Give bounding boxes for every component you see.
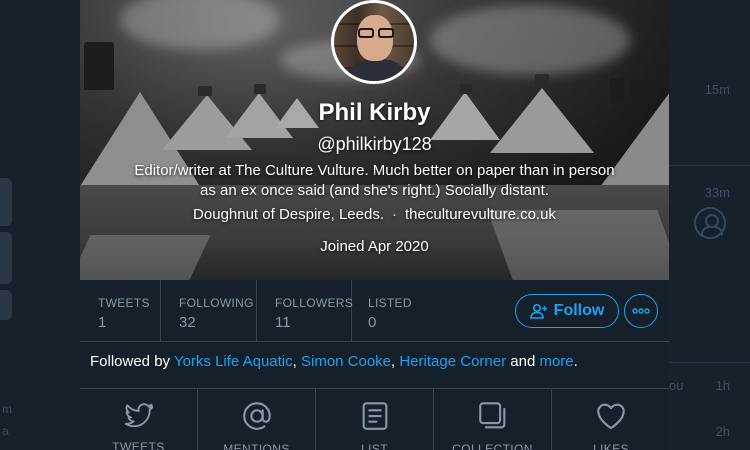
stat-label: LISTED — [368, 296, 412, 310]
background-divider — [669, 362, 750, 363]
banner-cap — [535, 74, 549, 88]
background-fragment: ou — [669, 378, 684, 393]
banner-tower — [84, 42, 114, 90]
user-icon — [694, 207, 726, 239]
followed-by-line: Followed by Yorks Life Aquatic, Simon Co… — [90, 353, 578, 370]
followed-by-end: . — [573, 353, 578, 370]
profile-joined-date: Joined Apr 2020 — [320, 238, 429, 255]
stat-label: FOLLOWING — [179, 296, 254, 310]
follow-button[interactable]: Follow — [515, 294, 619, 328]
more-icon — [632, 308, 650, 314]
at-icon — [242, 402, 271, 430]
followed-by-more-link[interactable]: more — [539, 353, 573, 370]
tab-likes[interactable]: LIKES — [552, 389, 669, 450]
followed-by-separator: , — [292, 353, 301, 370]
stat-tweets[interactable]: TWEETS 1 — [80, 280, 161, 342]
avatar-head — [357, 15, 393, 61]
follower-link[interactable]: Simon Cooke — [301, 353, 391, 370]
more-options-button[interactable] — [624, 294, 658, 328]
tab-tweets[interactable]: TWEETS — [80, 389, 198, 450]
background-fragment: m — [2, 402, 12, 416]
profile-handle: @philkirby128 — [317, 134, 432, 154]
tab-mentions[interactable]: MENTIONS — [198, 389, 316, 450]
profile-bio: Editor/writer at The Culture Vulture. Mu… — [134, 162, 615, 199]
follower-link[interactable]: Heritage Corner — [399, 353, 506, 370]
tab-list[interactable]: LIST — [316, 389, 434, 450]
stat-followers[interactable]: FOLLOWERS 11 — [257, 280, 354, 342]
banner-cap — [198, 86, 212, 96]
background-pill — [0, 232, 12, 284]
background-pill — [0, 178, 12, 226]
add-user-icon — [529, 303, 547, 319]
stat-value: 0 — [368, 314, 377, 331]
background-left-column: m a — [0, 0, 80, 450]
profile-website-link[interactable]: theculturevulture.co.uk — [405, 206, 556, 223]
profile-meta: Doughnut of Despire, Leeds. · theculturevu… — [80, 206, 669, 223]
background-timestamp: 33m — [704, 185, 730, 200]
bird-icon — [124, 403, 153, 428]
tab-label: COLLECTION — [452, 442, 533, 450]
background-pill — [0, 290, 12, 320]
banner-cap — [254, 84, 266, 94]
banner-cap — [460, 84, 472, 94]
background-timestamp: 1h — [715, 378, 730, 393]
followed-by-and: and — [506, 353, 540, 370]
list-icon — [362, 402, 387, 430]
stat-label: FOLLOWERS — [275, 296, 354, 310]
tab-label: LIKES — [592, 442, 630, 450]
stat-listed[interactable]: LISTED 0 — [350, 280, 440, 342]
profile-name: Phil Kirby — [318, 99, 431, 126]
profile-tabs: TWEETS MENTIONS LIST COLLECTION LIKES — [80, 388, 669, 450]
avatar[interactable] — [331, 0, 417, 84]
follower-link[interactable]: Yorks Life Aquatic — [174, 353, 293, 370]
followed-by-prefix: Followed by — [90, 353, 174, 370]
meta-separator: · — [392, 206, 398, 223]
stat-label: TWEETS — [98, 296, 150, 310]
tab-collection[interactable]: COLLECTION — [434, 389, 552, 450]
profile-panel: Phil Kirby @philkirby128 Editor/writer a… — [80, 0, 669, 450]
stat-value: 1 — [98, 314, 107, 331]
avatar-glasses — [356, 28, 396, 38]
stat-value: 32 — [179, 314, 196, 331]
tab-label: LIST — [361, 442, 388, 450]
background-timestamp: 2h — [715, 424, 730, 439]
avatar-body — [342, 59, 412, 81]
profile-location: Doughnut of Despire, Leeds. — [193, 206, 385, 223]
heart-icon — [597, 403, 625, 430]
stat-following[interactable]: FOLLOWING 32 — [161, 280, 257, 342]
banner-cloud — [430, 5, 630, 75]
collection-icon — [478, 402, 505, 429]
banner-cloud — [120, 0, 280, 50]
background-fragment: a — [2, 424, 9, 438]
background-divider — [669, 165, 750, 166]
background-right-column: 15m 33m ou 1h 2h — [669, 0, 750, 450]
stat-value: 11 — [275, 314, 291, 331]
tab-label: TWEETS — [112, 440, 165, 450]
background-timestamp: 15m — [704, 82, 730, 97]
tab-label: MENTIONS — [223, 442, 290, 450]
follow-button-label: Follow — [553, 302, 605, 319]
